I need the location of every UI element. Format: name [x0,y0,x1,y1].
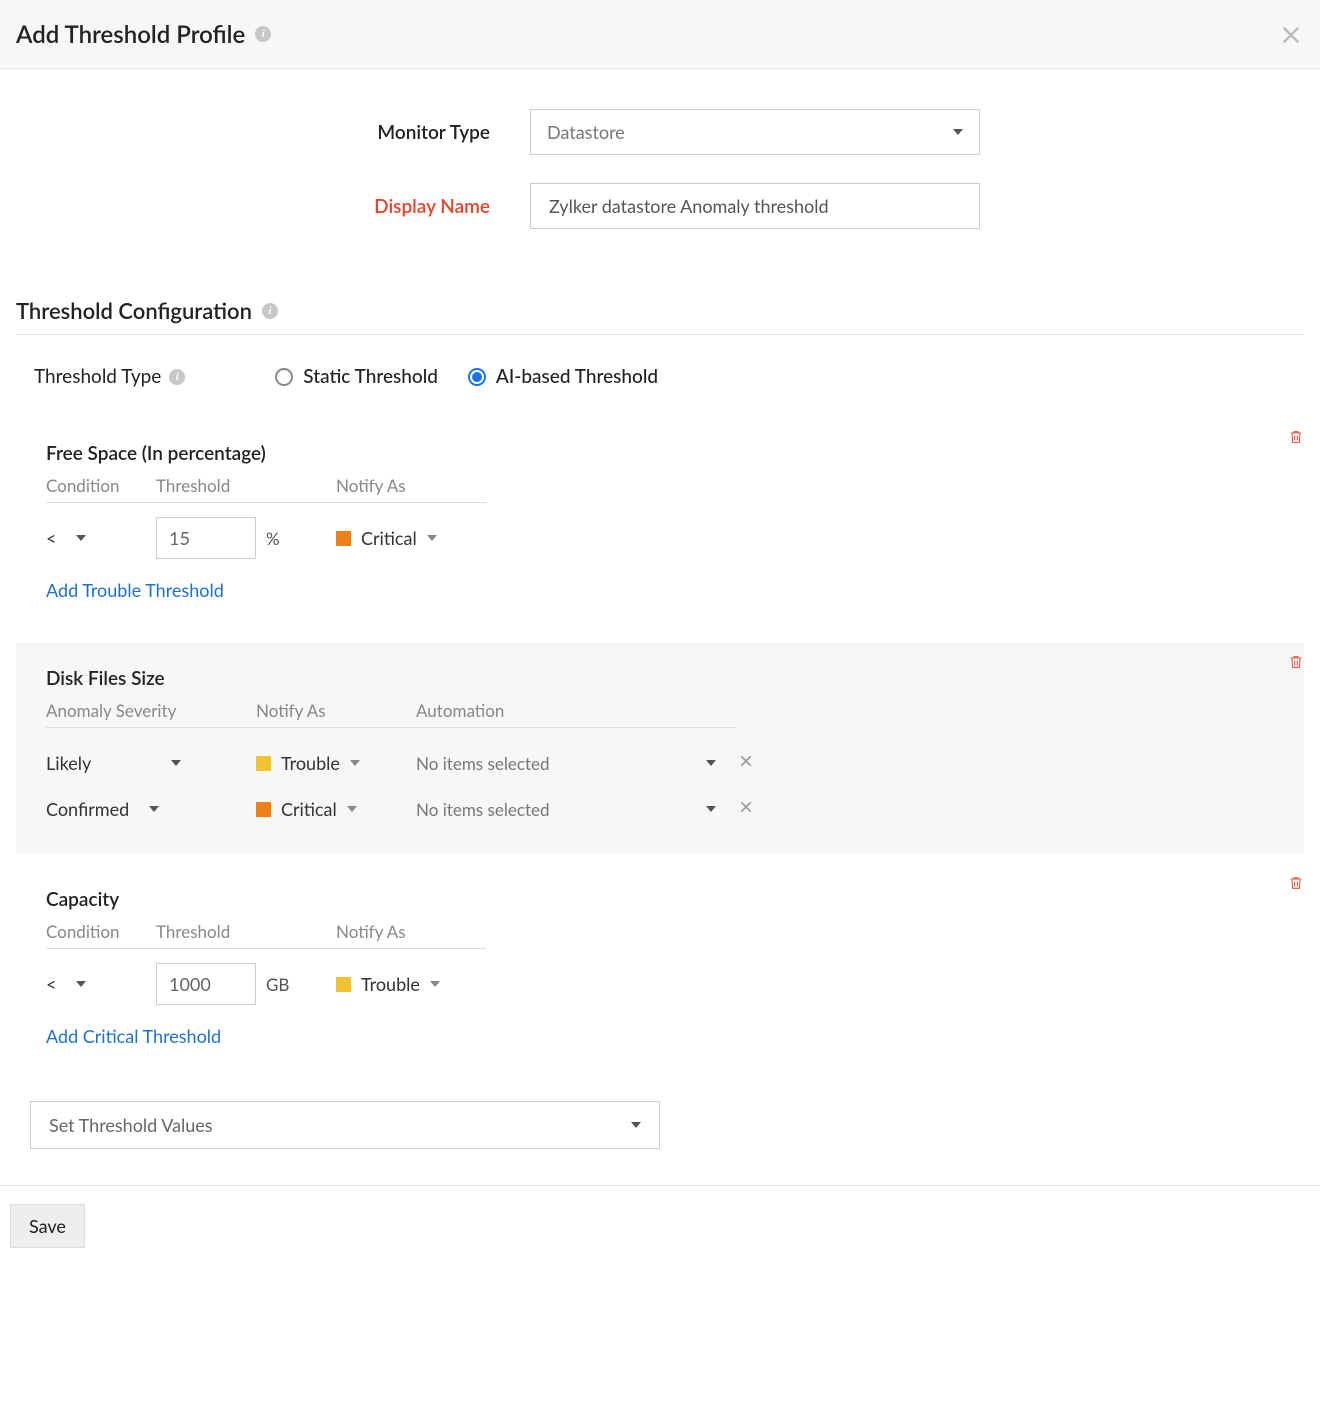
condition-select[interactable]: < [46,527,156,549]
modal-title: Add Threshold Profile i [16,20,271,49]
chevron-down-icon [350,760,360,766]
set-threshold-values-placeholder: Set Threshold Values [49,1114,213,1136]
severity-swatch-icon [256,802,271,817]
add-critical-threshold-link[interactable]: Add Critical Threshold [46,1025,221,1047]
profile-form: Monitor Type Datastore Display Name [0,69,1320,287]
trash-icon[interactable] [1288,653,1304,675]
radio-unchecked-icon [275,368,293,386]
notify-as-select[interactable]: Critical [256,798,416,820]
title-text: Add Threshold Profile [16,20,245,49]
chevron-down-icon [631,1122,641,1128]
chevron-down-icon [171,760,181,766]
col-condition: Condition [46,921,156,942]
modal-header: Add Threshold Profile i [0,0,1320,69]
close-icon[interactable] [1280,18,1302,50]
anomaly-severity-select[interactable]: Confirmed [46,798,256,820]
chevron-down-icon [347,806,357,812]
threshold-unit: % [266,528,280,549]
set-threshold-values-select[interactable]: Set Threshold Values [30,1101,660,1149]
monitor-type-label: Monitor Type [0,121,530,144]
add-trouble-threshold-link[interactable]: Add Trouble Threshold [46,579,224,601]
chevron-down-icon [427,535,437,541]
radio-ai-threshold[interactable]: AI-based Threshold [468,365,658,388]
metric-title: Free Space (In percentage) [46,442,1274,465]
col-threshold: Threshold [156,921,336,942]
trash-icon[interactable] [1288,874,1304,896]
chevron-down-icon [76,981,86,987]
condition-select[interactable]: < [46,973,156,995]
anomaly-row: Likely Trouble No items selected [46,752,806,774]
chevron-down-icon [149,806,159,812]
severity-swatch-icon [336,977,351,992]
radio-checked-icon [468,368,486,386]
monitor-type-select[interactable]: Datastore [530,109,980,155]
display-name-input[interactable] [547,184,963,228]
automation-select[interactable]: No items selected [416,799,716,820]
chevron-down-icon [706,760,716,766]
severity-swatch-icon [336,531,351,546]
metric-card-free-space: Free Space (In percentage) Condition Thr… [16,418,1304,625]
metric-title: Capacity [46,888,1274,911]
notify-as-select[interactable]: Trouble [256,752,416,774]
col-notify: Notify As [336,921,486,942]
chevron-down-icon [706,806,716,812]
info-icon[interactable]: i [169,369,185,385]
section-title: Threshold Configuration i [16,297,1304,335]
remove-row-icon[interactable] [716,799,776,819]
notify-as-select[interactable]: Trouble [336,973,486,995]
col-anomaly-severity: Anomaly Severity [46,700,256,721]
threshold-value-input[interactable] [156,517,256,559]
severity-swatch-icon [256,756,271,771]
chevron-down-icon [953,129,963,135]
section-title-text: Threshold Configuration [16,297,252,324]
col-automation: Automation [416,700,716,721]
monitor-type-value: Datastore [547,121,625,143]
display-name-input-wrap [530,183,980,229]
metric-card-capacity: Capacity Condition Threshold Notify As <… [16,864,1304,1071]
info-icon[interactable]: i [255,26,271,42]
display-name-label: Display Name [0,195,530,218]
radio-static-threshold[interactable]: Static Threshold [275,365,438,388]
col-threshold: Threshold [156,475,336,496]
chevron-down-icon [430,981,440,987]
footer: Save [0,1185,1320,1266]
remove-row-icon[interactable] [716,753,776,773]
col-condition: Condition [46,475,156,496]
trash-icon[interactable] [1288,428,1304,450]
col-notify: Notify As [256,700,416,721]
threshold-value-input[interactable] [156,963,256,1005]
metric-title: Disk Files Size [46,667,1274,690]
threshold-type-row: Threshold Type i Static Threshold AI-bas… [16,335,1304,418]
threshold-type-label: Threshold Type i [34,365,185,388]
notify-as-select[interactable]: Critical [336,527,486,549]
anomaly-severity-select[interactable]: Likely [46,752,256,774]
save-button[interactable]: Save [10,1204,85,1248]
info-icon[interactable]: i [262,303,278,319]
automation-select[interactable]: No items selected [416,753,716,774]
chevron-down-icon [76,535,86,541]
metric-card-disk-files: Disk Files Size Anomaly Severity Notify … [16,643,1304,854]
col-notify: Notify As [336,475,486,496]
anomaly-row: Confirmed Critical No items selected [46,798,806,820]
threshold-unit: GB [266,974,289,995]
